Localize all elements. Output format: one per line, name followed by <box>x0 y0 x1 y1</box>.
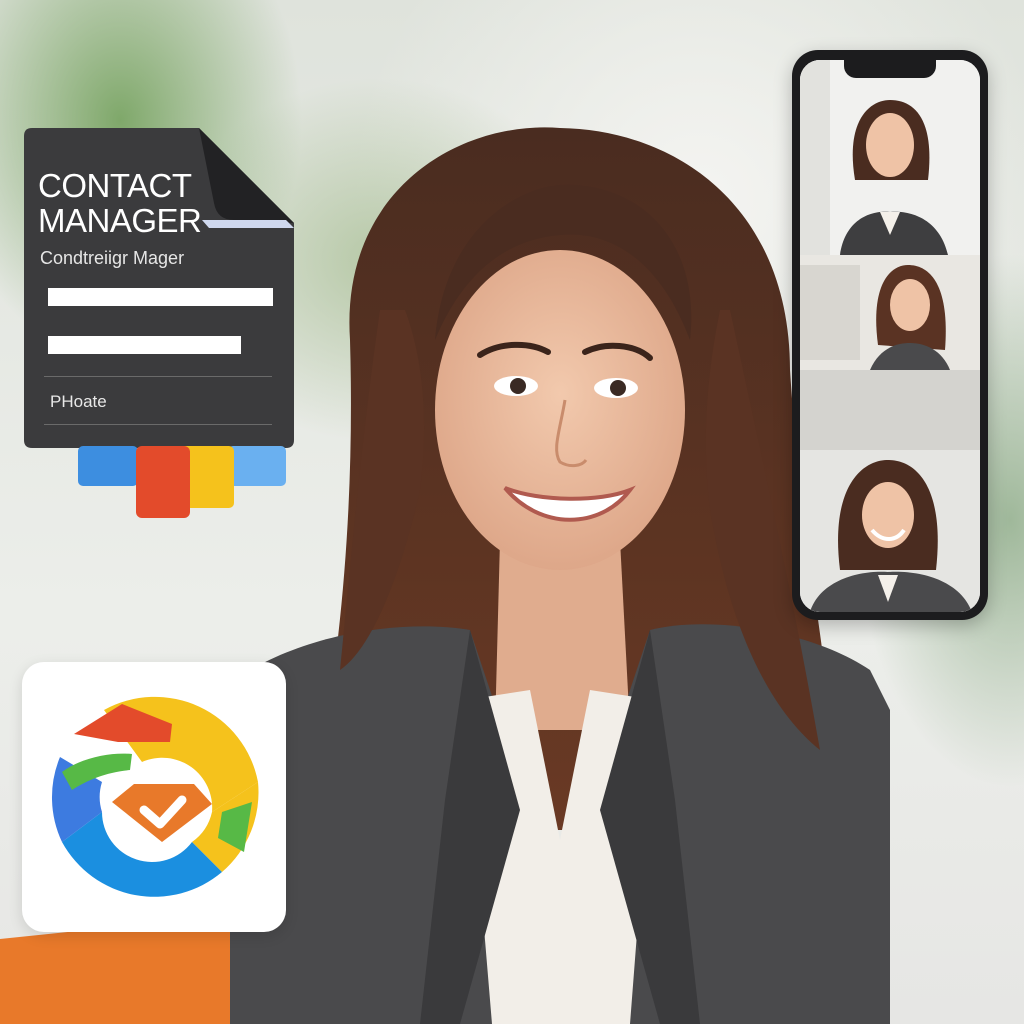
color-tabs <box>78 446 286 518</box>
app-logo-icon <box>51 696 259 897</box>
email-input-field[interactable] <box>48 336 241 354</box>
divider <box>44 376 272 377</box>
smartphone <box>792 50 988 620</box>
person-photo-1 <box>800 60 980 255</box>
card-subtitle: Condtreiigr Mager <box>40 248 185 268</box>
phone-notch <box>844 60 936 78</box>
divider <box>44 424 272 425</box>
contact-photo[interactable] <box>800 60 980 255</box>
person-photo-2 <box>800 255 980 370</box>
woman-portrait <box>230 127 890 1024</box>
app-icon[interactable] <box>22 662 286 932</box>
contact-photo[interactable] <box>800 255 980 370</box>
person-photo-3 <box>800 370 980 612</box>
card-title: CONTACT MANAGER <box>38 167 202 239</box>
phone-screen <box>800 60 980 612</box>
contact-manager-card: CONTACT MANAGER Condtreiigr Mager PHoate <box>24 128 294 448</box>
phone-field-label: PHoate <box>50 392 107 411</box>
contact-photo[interactable] <box>800 370 980 612</box>
name-input-field[interactable] <box>48 288 273 306</box>
